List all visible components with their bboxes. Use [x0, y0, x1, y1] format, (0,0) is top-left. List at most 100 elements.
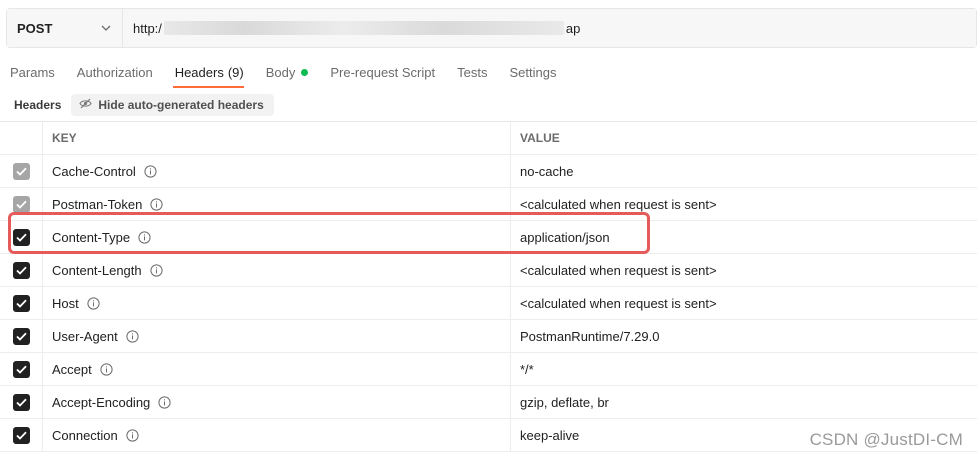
header-key: User-Agent — [52, 328, 118, 344]
header-value: <calculated when request is sent> — [520, 262, 717, 278]
header-key: Content-Type — [52, 229, 131, 245]
info-icon[interactable] — [126, 329, 139, 343]
row-checkbox[interactable] — [12, 360, 30, 378]
header-key: Accept-Encoding — [52, 394, 151, 410]
row-checkbox[interactable] — [12, 393, 30, 411]
info-icon[interactable] — [150, 263, 163, 277]
check-icon — [15, 365, 27, 374]
table-row: Postman-Token <calculated when request is… — [0, 188, 977, 221]
tab-authorization[interactable]: Authorization — [67, 56, 165, 88]
body-status-dot — [301, 68, 309, 76]
row-checkbox[interactable] — [12, 294, 30, 312]
row-checkbox[interactable] — [12, 261, 30, 279]
tab-body[interactable]: Body — [256, 56, 321, 88]
header-value-cell[interactable]: application/json — [511, 221, 977, 253]
request-tabs: Params Authorization Headers (9) Body Pr… — [0, 56, 568, 88]
header-check-cell — [0, 122, 43, 154]
tab-headers-count: (9) — [227, 64, 244, 80]
check-icon — [15, 398, 27, 407]
header-key-cell[interactable]: Accept — [43, 353, 511, 385]
row-check-cell — [0, 353, 43, 385]
tab-tests-label: Tests — [457, 64, 488, 80]
info-icon[interactable] — [150, 197, 163, 211]
header-value: <calculated when request is sent> — [520, 295, 717, 311]
header-key-cell[interactable]: Content-Type — [43, 221, 511, 253]
header-key-cell[interactable]: Content-Length — [43, 254, 511, 286]
row-check-cell — [0, 320, 43, 352]
row-check-cell — [0, 221, 43, 253]
header-key-cell[interactable]: Accept-Encoding — [43, 386, 511, 418]
row-checkbox[interactable] — [12, 162, 30, 180]
header-value-cell[interactable]: PostmanRuntime/7.29.0 — [511, 320, 977, 352]
tab-tests[interactable]: Tests — [447, 56, 499, 88]
row-check-cell — [0, 155, 43, 187]
check-icon — [15, 200, 27, 209]
table-row: Content-Type application/json — [0, 221, 977, 254]
check-icon — [15, 431, 27, 440]
tab-params[interactable]: Params — [0, 56, 67, 88]
tab-pre-request-script-label: Pre-request Script — [330, 64, 436, 80]
tab-settings[interactable]: Settings — [499, 56, 568, 88]
value-column-header: VALUE — [520, 131, 560, 145]
table-body: Cache-Control no-cache Postman-Token <calcu… — [0, 155, 977, 452]
method-select[interactable]: POST — [7, 9, 123, 47]
header-value-cell[interactable]: <calculated when request is sent> — [511, 188, 977, 220]
headers-table: KEY VALUE Cache-Control no-cache Postman-T… — [0, 121, 977, 452]
info-icon[interactable] — [138, 230, 151, 244]
tab-headers[interactable]: Headers (9) — [165, 56, 256, 88]
row-checkbox[interactable] — [12, 426, 30, 444]
header-key-cell[interactable]: Postman-Token — [43, 188, 511, 220]
tab-authorization-label: Authorization — [76, 64, 153, 80]
row-checkbox[interactable] — [12, 327, 30, 345]
header-value-cell[interactable]: */* — [511, 353, 977, 385]
info-icon[interactable] — [87, 296, 100, 310]
table-row: Accept */* — [0, 353, 977, 386]
hide-auto-headers-button[interactable]: Hide auto-generated headers — [71, 94, 274, 116]
tab-pre-request-script[interactable]: Pre-request Script — [320, 56, 447, 88]
method-label: POST — [17, 20, 53, 36]
info-icon[interactable] — [100, 362, 113, 376]
headers-section-title: Headers — [14, 98, 62, 112]
header-value: <calculated when request is sent> — [520, 196, 717, 212]
chevron-down-icon — [100, 22, 112, 34]
header-value-cell[interactable]: gzip, deflate, br — [511, 386, 977, 418]
info-icon[interactable] — [126, 428, 139, 442]
check-icon — [15, 299, 27, 308]
row-checkbox[interactable] — [12, 228, 30, 246]
watermark: CSDN @JustDI-CM — [809, 430, 963, 449]
row-check-cell — [0, 188, 43, 220]
header-value: application/json — [520, 229, 610, 245]
header-key: Content-Length — [52, 262, 142, 278]
tab-settings-label: Settings — [509, 64, 557, 80]
table-row: Content-Length <calculated when request i… — [0, 254, 977, 287]
info-icon[interactable] — [158, 395, 171, 409]
header-key-cell[interactable]: User-Agent — [43, 320, 511, 352]
row-check-cell — [0, 287, 43, 319]
url-input[interactable]: http:/ ap — [123, 9, 976, 47]
header-value-cell[interactable]: no-cache — [511, 155, 977, 187]
header-value-cell[interactable]: <calculated when request is sent> — [511, 254, 977, 286]
header-key-cell[interactable]: Connection — [43, 419, 511, 451]
info-icon[interactable] — [144, 164, 157, 178]
header-key: Connection — [52, 427, 118, 443]
table-row: User-Agent PostmanRuntime/7.29.0 — [0, 320, 977, 353]
url-redacted — [163, 21, 564, 35]
check-icon — [15, 233, 27, 242]
check-icon — [15, 266, 27, 275]
eye-off-icon — [79, 98, 93, 112]
tab-params-label: Params — [10, 64, 55, 80]
table-row: Host <calculated when request is sent> — [0, 287, 977, 320]
row-check-cell — [0, 386, 43, 418]
url-prefix: http:/ — [133, 20, 162, 36]
headers-subbar: Headers Hide auto-generated headers — [0, 92, 274, 118]
header-value-cell[interactable]: <calculated when request is sent> — [511, 287, 977, 319]
header-key: Accept — [52, 361, 92, 377]
url-suffix: ap — [565, 20, 581, 36]
request-url-bar: POST http:/ ap — [6, 8, 977, 48]
check-icon — [15, 332, 27, 341]
header-value: PostmanRuntime/7.29.0 — [520, 328, 660, 344]
header-key-cell[interactable]: Cache-Control — [43, 155, 511, 187]
header-value: */* — [520, 361, 534, 377]
row-checkbox[interactable] — [12, 195, 30, 213]
header-key-cell[interactable]: Host — [43, 287, 511, 319]
